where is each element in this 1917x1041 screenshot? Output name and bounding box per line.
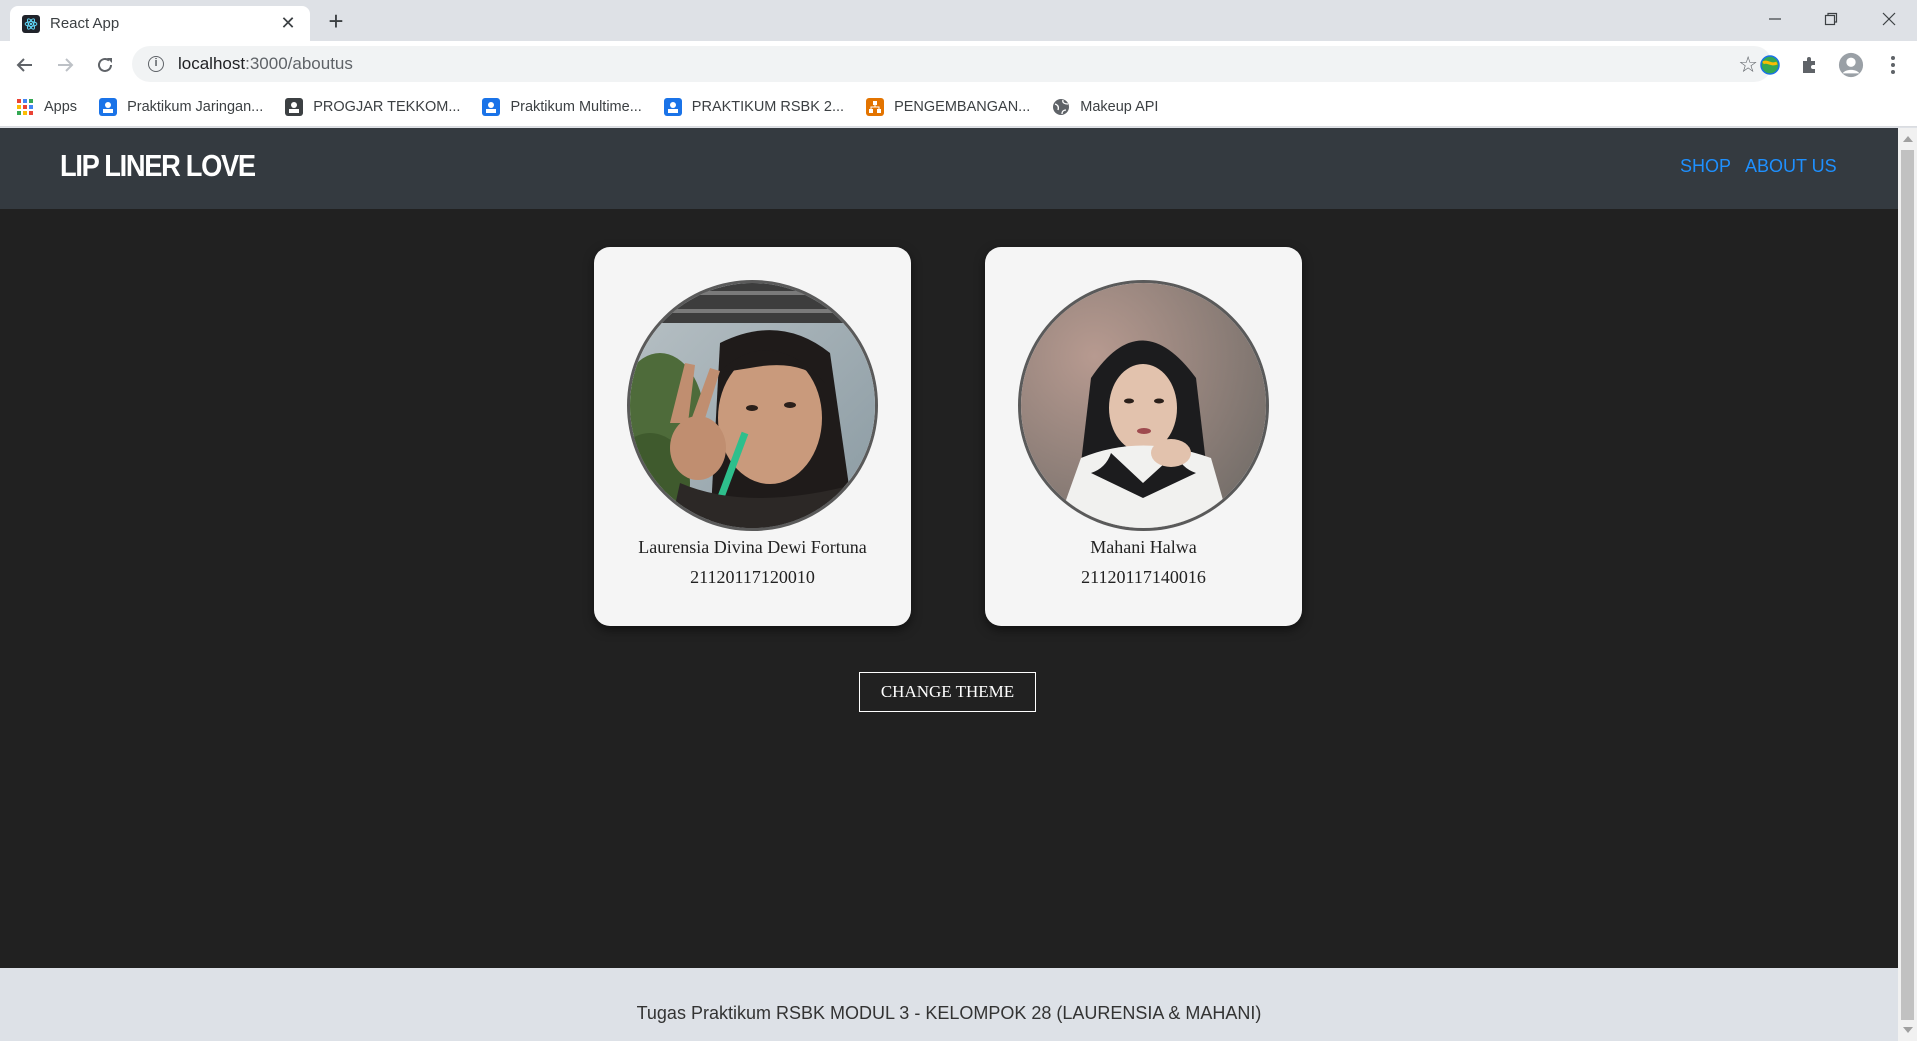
member-id: 21120117120010 (690, 567, 815, 587)
site-info-icon[interactable]: i (148, 56, 164, 72)
brand-logo[interactable]: LIP LINER LOVE (60, 148, 256, 184)
apps-grid-icon (16, 98, 34, 116)
browser-tab[interactable]: React App ✕ (10, 6, 310, 41)
reload-icon (98, 57, 112, 72)
member-photo (1018, 280, 1269, 531)
globe-icon (1052, 98, 1070, 116)
bookmark-makeup-api[interactable]: Makeup API (1052, 98, 1158, 116)
url-path: :3000/aboutus (245, 54, 353, 73)
bookmark-star-icon[interactable]: ☆ (1738, 52, 1758, 78)
extension-globe-icon[interactable] (1757, 52, 1783, 78)
bookmark-label: Makeup API (1080, 99, 1159, 115)
tab-close-icon[interactable]: ✕ (278, 13, 298, 34)
reload-button[interactable] (89, 49, 121, 81)
classroom-icon (482, 98, 501, 116)
bookmark-apps[interactable]: Apps (16, 98, 77, 116)
scroll-thumb[interactable] (1901, 150, 1914, 1020)
nav-link-shop[interactable]: SHOP (1680, 156, 1731, 177)
footer-text: Tugas Praktikum RSBK MODUL 3 - KELOMPOK … (636, 1003, 1262, 1023)
bookmark-praktikum-jaringan[interactable]: Praktikum Jaringan... (99, 98, 263, 116)
bookmark-pengembangan[interactable]: PENGEMBANGAN... (866, 98, 1030, 116)
scroll-down-arrow-icon[interactable] (1903, 1027, 1913, 1033)
browser-tabstrip: React App ✕ + (0, 0, 1917, 41)
restore-button[interactable] (1803, 0, 1859, 38)
member-name: Mahani Halwa (1090, 537, 1197, 557)
bookmark-label: PROGJAR TEKKOM... (313, 99, 461, 115)
browser-menu-icon[interactable] (1880, 52, 1906, 78)
classroom-icon (663, 98, 682, 116)
bookmark-praktikum-multimedia[interactable]: Praktikum Multime... (482, 98, 642, 116)
bookmark-label: PENGEMBANGAN... (894, 99, 1031, 115)
bookmark-praktikum-rsbk[interactable]: PRAKTIKUM RSBK 2... (663, 98, 845, 116)
change-theme-button[interactable]: CHANGE THEME (859, 672, 1036, 712)
member-card: Mahani Halwa 21120117140016 (985, 247, 1302, 626)
back-button[interactable] (9, 49, 41, 81)
new-tab-button[interactable]: + (320, 8, 352, 36)
minimize-button[interactable] (1747, 0, 1803, 38)
page-viewport: LIP LINER LOVE SHOP ABOUT US Laurensia D… (0, 128, 1898, 1041)
bookmarks-bar: Apps Praktikum Jaringan... PROGJAR TEKKO… (0, 88, 1917, 127)
member-name: Laurensia Divina Dewi Fortuna (638, 537, 867, 557)
address-bar[interactable]: i localhost:3000/aboutus ☆ (132, 46, 1772, 82)
member-photo (627, 280, 878, 531)
forward-button[interactable] (49, 49, 81, 81)
url-host: localhost (178, 54, 246, 73)
classroom-icon (99, 98, 118, 116)
react-favicon-icon (22, 14, 40, 33)
bookmark-label: Praktikum Multime... (510, 99, 642, 115)
bookmark-label: PRAKTIKUM RSBK 2... (691, 99, 845, 115)
bookmark-progjar-tekkom[interactable]: PROGJAR TEKKOM... (285, 98, 460, 116)
nav-link-about-us[interactable]: ABOUT US (1745, 156, 1837, 177)
forward-arrow-icon (58, 58, 74, 72)
member-id: 21120117140016 (1081, 567, 1206, 587)
extensions-puzzle-icon[interactable] (1797, 52, 1823, 78)
bookmark-label: Apps (44, 99, 78, 115)
tab-title: React App (50, 15, 120, 32)
site-footer: Tugas Praktikum RSBK MODUL 3 - KELOMPOK … (0, 968, 1898, 1041)
page-scrollbar[interactable] (1898, 128, 1917, 1041)
profile-avatar-icon[interactable] (1838, 52, 1864, 78)
scroll-up-arrow-icon[interactable] (1903, 136, 1913, 142)
site-navbar: LIP LINER LOVE SHOP ABOUT US (0, 128, 1898, 209)
member-card: Laurensia Divina Dewi Fortuna 2112011712… (594, 247, 911, 626)
bookmark-label: Praktikum Jaringan... (127, 99, 264, 115)
close-window-button[interactable] (1861, 0, 1917, 38)
browser-toolbar: i localhost:3000/aboutus ☆ (0, 41, 1917, 88)
org-icon (866, 98, 885, 116)
classroom-icon (285, 98, 304, 116)
back-arrow-icon (16, 58, 32, 72)
